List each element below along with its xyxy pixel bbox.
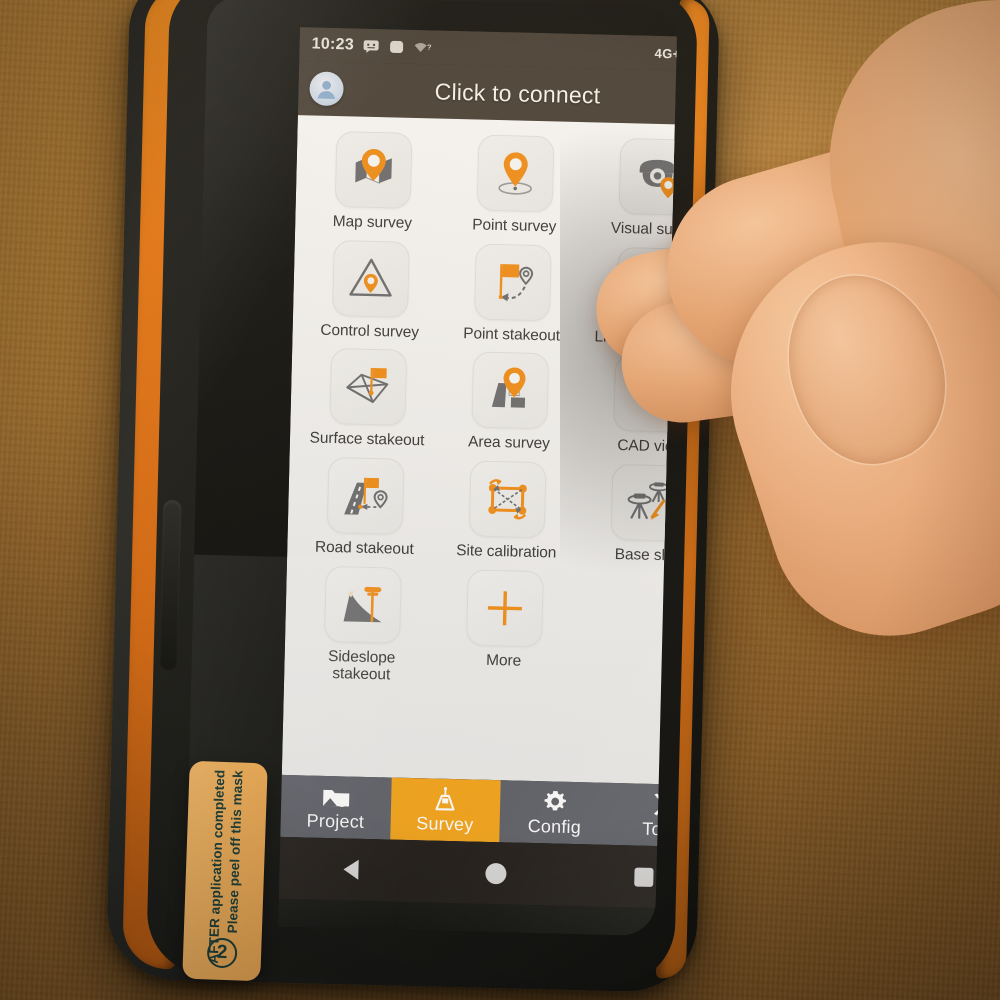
sticker-step-number: 2 (206, 937, 238, 969)
surface-flag-icon (329, 348, 408, 427)
photo-scene: 10:23 ? 4G+ Click to connect Map survey … (0, 0, 1000, 1000)
tile-label: Point stakeout (462, 324, 561, 345)
screen-protector-sticker: Please peel off this mask AFTER applicat… (182, 760, 268, 982)
tile-label: Control survey (320, 321, 420, 341)
tile-label: Surface stakeout (309, 429, 425, 450)
thumb (692, 203, 1000, 667)
tile-visual-survey[interactable]: Visual survey (585, 132, 678, 240)
road-flag-icon (326, 457, 405, 535)
area-pin-icon (471, 351, 550, 430)
tile-label: Line/Arc stakeout (594, 328, 678, 349)
tab-project[interactable]: Project (280, 775, 391, 840)
tile-label: Map survey (332, 212, 413, 232)
tile-control-survey[interactable]: Control survey (298, 234, 443, 342)
tile-surface-stakeout[interactable]: Surface stakeout (296, 343, 441, 451)
tile-more[interactable]: More (432, 563, 577, 688)
svg-text:CAD: CAD (634, 384, 666, 401)
network-type-label: 4G+ (654, 45, 678, 61)
thumbnail (765, 255, 967, 483)
survey-tile-grid: Map survey Point survey Visual survey Co… (284, 115, 678, 692)
tile-label: Point survey (472, 216, 557, 236)
calibration-rect-icon (468, 460, 547, 539)
sticker-line-1: Please peel off this mask (224, 770, 246, 934)
bottom-tab-bar: Project Survey Config (280, 774, 678, 848)
tile-area-survey[interactable]: Area survey (438, 346, 583, 454)
tab-label: Project (306, 810, 365, 832)
flag-arrow-pin-icon (473, 243, 552, 322)
app-icon (389, 39, 405, 54)
recents-square-icon[interactable] (634, 867, 654, 887)
sideslope-pole-icon (324, 565, 402, 644)
survey-icon (432, 785, 459, 812)
camera-pin-icon (618, 137, 678, 216)
tab-survey[interactable]: Survey (389, 777, 501, 843)
home-circle-icon[interactable] (485, 862, 508, 884)
user-avatar-icon[interactable] (309, 71, 344, 107)
tile-line-arc-stakeout[interactable]: Line/Arc stakeout (582, 241, 678, 349)
tab-label: Survey (416, 812, 474, 835)
tile-point-survey[interactable]: Point survey (443, 129, 588, 237)
palm (799, 0, 1000, 450)
android-navigation-bar (278, 836, 678, 910)
point-pin-icon (476, 134, 555, 213)
tile-point-stakeout[interactable]: Point stakeout (440, 237, 585, 345)
folder-icon (322, 782, 351, 809)
tab-config[interactable]: Config (499, 780, 610, 845)
tile-label: Sideslope stakeout (327, 647, 396, 684)
triangle-pin-icon (332, 239, 410, 318)
status-time: 10:23 (311, 35, 355, 54)
tile-cad-view[interactable]: CAD CAD view (580, 350, 678, 458)
survey-menu-content[interactable]: Map survey Point survey Visual survey Co… (281, 115, 678, 786)
tile-label: Area survey (467, 433, 550, 453)
back-triangle-icon[interactable] (343, 859, 359, 880)
map-pin-icon (334, 131, 413, 209)
plus-icon (466, 569, 544, 648)
message-icon (363, 38, 380, 53)
gear-icon (542, 788, 569, 815)
device-screen: 10:23 ? 4G+ Click to connect Map survey … (280, 27, 678, 848)
tile-label: Site calibration (456, 542, 557, 562)
tile-label: More (485, 651, 522, 670)
tab-label: Config (527, 815, 582, 837)
tile-label: Road stakeout (314, 538, 414, 559)
svg-text:?: ? (427, 42, 432, 51)
tile-base-shift[interactable]: Base shift (577, 458, 678, 566)
tile-map-survey[interactable]: Map survey (301, 125, 446, 233)
tile-sideslope-stakeout[interactable]: Sideslope stakeout (290, 560, 435, 685)
tile-road-stakeout[interactable]: Road stakeout (293, 451, 438, 559)
sticker-line-2: AFTER application completed (205, 769, 228, 964)
tile-site-calibration[interactable]: Site calibration (435, 455, 580, 563)
wifi-question-icon: ? (414, 39, 433, 54)
line-arc-flag-icon (615, 246, 678, 325)
tile-label: Visual survey (610, 219, 678, 239)
